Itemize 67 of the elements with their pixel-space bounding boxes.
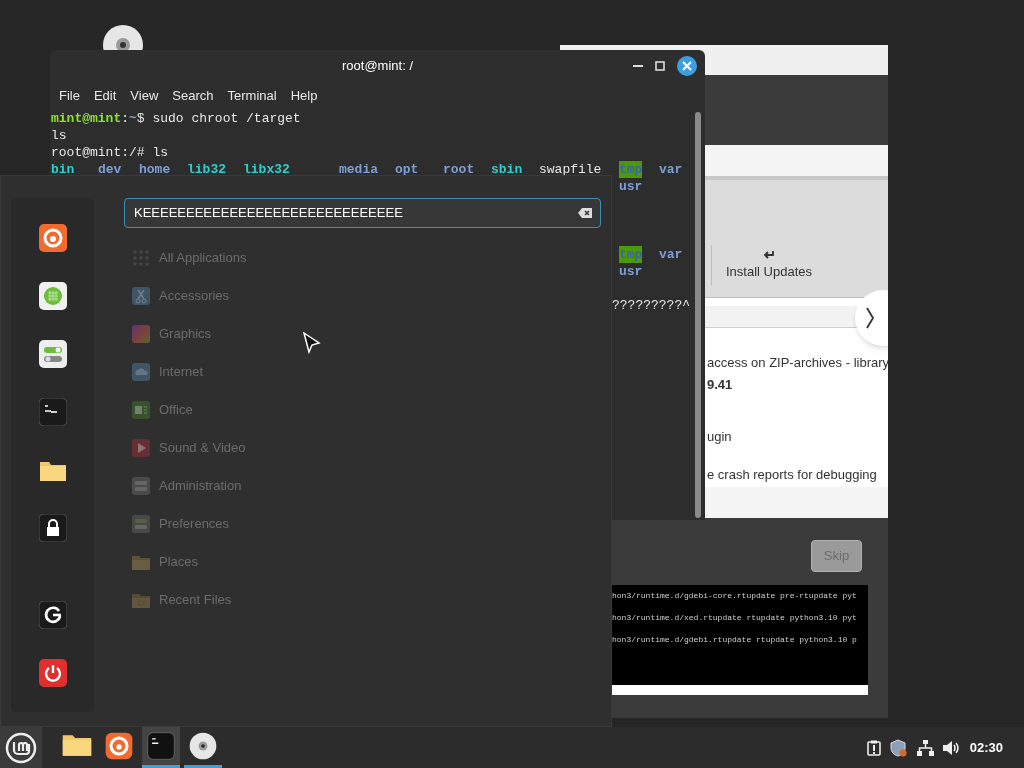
version-text: 9.41 [707, 377, 733, 392]
software-manager-icon[interactable] [38, 282, 67, 310]
volume-icon[interactable] [942, 740, 961, 755]
directory-name: usr [619, 178, 643, 195]
terminal-line: root@mint:/# ls [51, 145, 169, 160]
terminal-icon[interactable] [38, 398, 67, 426]
directory-name: libx32 [243, 161, 290, 178]
settings-panel-icon [132, 515, 150, 533]
log-line: hon3/runtime.d/gdebi-core.rtupdate pre-rtupdate pyt [612, 591, 857, 601]
close-icon[interactable] [677, 56, 697, 76]
disc-icon [187, 730, 219, 762]
window-title: root@mint: / [342, 57, 413, 76]
log-line: hon3/runtime.d/gdebi.rtupdate rtupdate python3.10 p [612, 635, 857, 645]
clock[interactable]: 02:30 [969, 737, 1003, 758]
return-icon [763, 249, 775, 260]
directory-name: opt [395, 161, 419, 178]
server-icon [132, 477, 150, 495]
maximize-icon[interactable] [655, 61, 665, 71]
taskbar-app-button[interactable] [142, 727, 180, 768]
menu-button[interactable] [0, 727, 42, 768]
chevron-right-icon [865, 307, 875, 329]
package-description: e crash reports for debugging [707, 467, 877, 482]
scissors-icon [132, 287, 150, 305]
mint-logo-icon [5, 731, 37, 764]
directory-name: sbin [491, 161, 523, 178]
network-icon[interactable] [916, 739, 934, 756]
directory-name: root [443, 161, 475, 178]
terminal-icon [145, 730, 177, 762]
search-field[interactable]: KEEEEEEEEEEEEEEEEEEEEEEEEEEEEEE [124, 198, 601, 228]
menu-item[interactable]: View [123, 86, 166, 106]
terminal-line: ?????????^ [612, 298, 690, 313]
install-updates-button[interactable]: Install Updates [726, 249, 812, 281]
directory-name: home [139, 161, 171, 178]
power-icon[interactable] [38, 659, 67, 687]
menu-item[interactable]: Edit [86, 86, 124, 106]
shield-icon[interactable] [889, 738, 908, 757]
terminal-line: ls [51, 128, 67, 143]
clipboard-alert-icon[interactable] [866, 739, 881, 756]
directory-name: var [659, 246, 683, 263]
directory-name: var [659, 161, 683, 178]
directory-name: usr [619, 263, 643, 280]
menu-item[interactable]: Search [165, 86, 221, 106]
document-icon [132, 401, 150, 419]
scrollbar[interactable] [695, 112, 701, 518]
log-line: hon3/runtime.d/xed.rtupdate rtupdate python3.10 pyt [612, 613, 857, 623]
mouse-pointer-icon [303, 332, 321, 354]
directory-name: tmp [619, 246, 643, 263]
file-name: swapfile [539, 161, 602, 178]
toggle-switches-icon[interactable] [38, 340, 67, 368]
clear-icon[interactable] [578, 208, 592, 218]
color-palette-icon [132, 325, 150, 343]
directory-name: bin [51, 161, 75, 178]
menu-item[interactable]: Help [283, 86, 325, 106]
folder-icon [132, 591, 150, 609]
lock-icon[interactable] [38, 514, 67, 542]
terminal-line: mint@mint:~$ sudo chroot /target [51, 110, 301, 127]
directory-name: media [339, 161, 378, 178]
cloud-icon [132, 363, 150, 381]
package-description: ugin [707, 429, 732, 444]
menu-item[interactable]: File [52, 86, 87, 106]
directory-name: tmp [619, 161, 643, 178]
folder-icon [132, 553, 150, 571]
menu-item[interactable]: Terminal [220, 86, 284, 106]
directory-name: lib32 [187, 161, 226, 178]
directory-name: dev [98, 161, 122, 178]
restart-icon[interactable] [38, 601, 67, 629]
play-icon [132, 439, 150, 457]
